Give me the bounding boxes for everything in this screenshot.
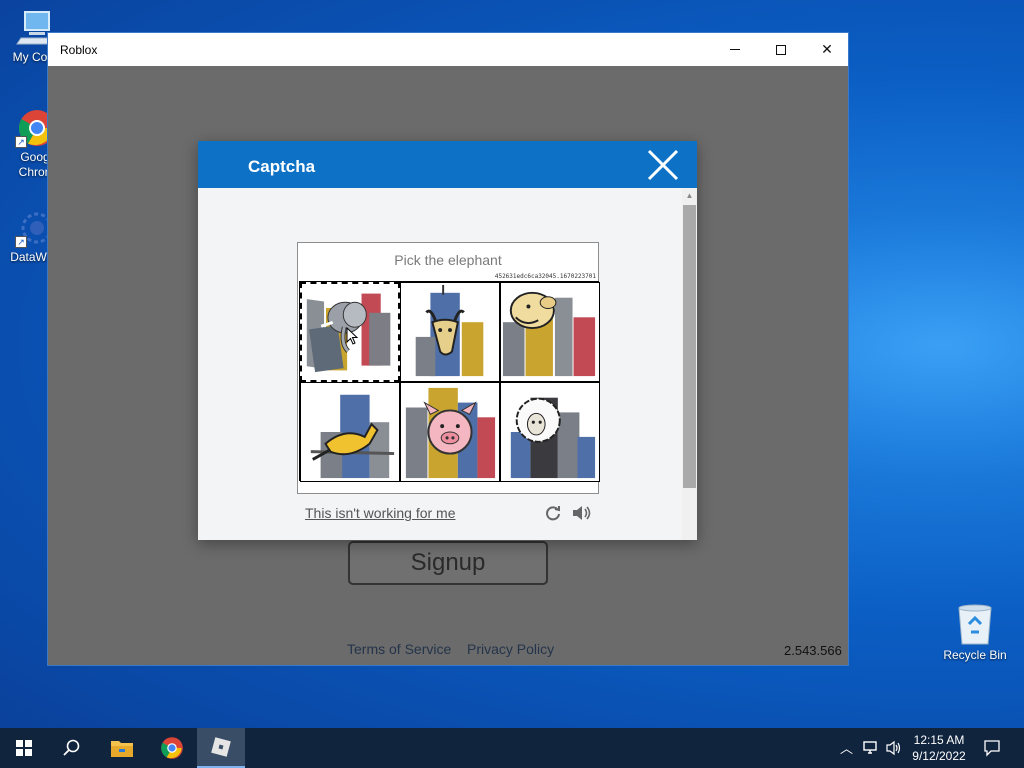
volume-icon[interactable] xyxy=(885,740,903,756)
kangaroo-icon xyxy=(310,394,395,479)
captcha-tile-camel[interactable] xyxy=(500,282,600,382)
chrome-taskbar-button[interactable] xyxy=(148,728,196,768)
clock-time: 12:15 AM xyxy=(913,733,965,747)
scroll-thumb[interactable] xyxy=(683,205,696,488)
clock-date: 9/12/2022 xyxy=(912,749,966,763)
minimize-icon xyxy=(730,49,740,50)
chrome-icon xyxy=(161,737,183,759)
start-icon xyxy=(16,740,32,756)
captcha-scrollbar[interactable]: ▲ xyxy=(682,188,697,540)
reload-icon[interactable] xyxy=(544,504,562,522)
desktop-icon-recycle-bin[interactable]: Recycle Bin xyxy=(938,602,1012,663)
scroll-up-icon[interactable]: ▲ xyxy=(682,188,697,203)
captcha-tile-sheep[interactable] xyxy=(500,382,600,482)
captcha-tile-goat[interactable] xyxy=(400,282,500,382)
close-button[interactable]: ✕ xyxy=(804,33,850,66)
maximize-icon xyxy=(776,44,786,55)
camel-icon xyxy=(502,291,596,377)
minimize-button[interactable] xyxy=(712,33,758,66)
pig-icon xyxy=(405,387,496,479)
chevron-up-icon[interactable]: ︿ xyxy=(840,738,853,757)
captcha-tile-grid xyxy=(299,281,600,482)
window-titlebar[interactable]: Roblox ✕ xyxy=(48,33,848,66)
captcha-tile-kangaroo[interactable] xyxy=(300,382,400,482)
network-icon[interactable] xyxy=(862,740,880,756)
captcha-prompt: Pick the elephant xyxy=(394,252,502,268)
shortcut-arrow-icon: ↗ xyxy=(15,236,27,248)
sheep-icon xyxy=(510,397,596,479)
maximize-button[interactable] xyxy=(758,33,804,66)
window-title: Roblox xyxy=(60,42,98,57)
audio-icon[interactable] xyxy=(571,503,593,523)
captcha-session-id: 452631edc6ca32045.1670223701 xyxy=(494,273,596,280)
search-icon xyxy=(63,739,80,756)
captcha-puzzle: Pick the elephant 452631edc6ca32045.1670… xyxy=(297,242,600,494)
version-label: 2.543.566 xyxy=(784,643,842,658)
file-explorer-button[interactable] xyxy=(98,728,146,768)
close-icon xyxy=(647,149,679,181)
close-icon: ✕ xyxy=(821,41,833,57)
captcha-dialog: Captcha ▲ Pick the elephant 452631edc6ca… xyxy=(198,141,697,540)
desktop-icon-label: Recycle Bin xyxy=(943,648,1007,662)
roblox-taskbar-button[interactable] xyxy=(197,728,245,768)
start-button[interactable] xyxy=(0,728,48,768)
recycle-bin-icon xyxy=(955,602,995,646)
tray-clock[interactable]: 12:15 AM 9/12/2022 xyxy=(905,732,973,764)
captcha-header: Captcha xyxy=(198,141,697,188)
goat-icon xyxy=(415,284,484,377)
search-button[interactable] xyxy=(48,728,96,768)
mouse-cursor-icon xyxy=(346,327,358,345)
roblox-icon xyxy=(211,737,231,757)
captcha-tile-pig[interactable] xyxy=(400,382,500,482)
signup-button[interactable]: Signup xyxy=(348,541,548,585)
file-explorer-icon xyxy=(111,741,133,757)
privacy-policy-link[interactable]: Privacy Policy xyxy=(467,641,554,657)
captcha-title: Captcha xyxy=(248,157,316,176)
shortcut-arrow-icon: ↗ xyxy=(15,136,27,148)
not-working-link[interactable]: This isn't working for me xyxy=(305,505,456,521)
terms-of-service-link[interactable]: Terms of Service xyxy=(347,641,451,657)
notifications-icon[interactable] xyxy=(983,739,1001,757)
taskbar: ︿ 12:15 AM 9/12/2022 xyxy=(0,728,1024,768)
captcha-close-button[interactable] xyxy=(647,149,679,181)
